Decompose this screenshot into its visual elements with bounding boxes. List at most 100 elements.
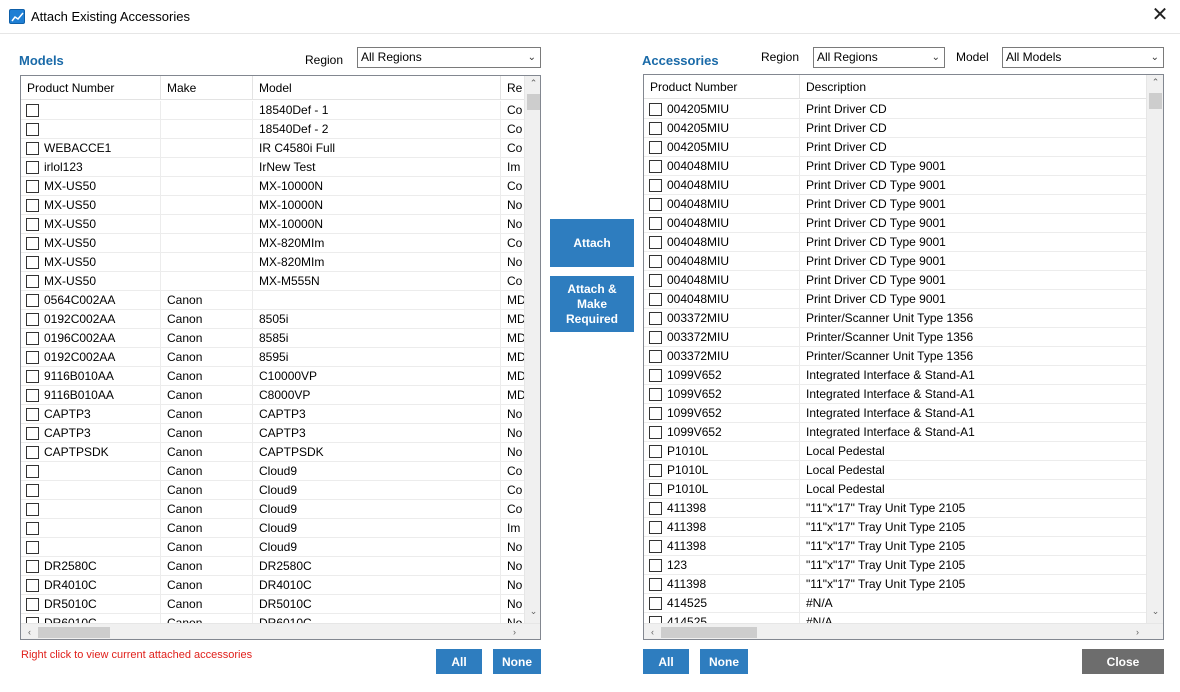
table-row[interactable]: 414525 #N/A bbox=[644, 594, 1147, 613]
row-checkbox[interactable] bbox=[26, 161, 39, 174]
scroll-thumb[interactable] bbox=[527, 94, 540, 110]
table-row[interactable]: Canon Cloud9 Co bbox=[21, 500, 524, 519]
close-icon[interactable]: ✕ bbox=[1148, 4, 1172, 28]
table-row[interactable]: 18540Def - 2 Co bbox=[21, 120, 524, 139]
table-row[interactable]: 18540Def - 1 Co bbox=[21, 101, 524, 120]
row-checkbox[interactable] bbox=[26, 294, 39, 307]
table-row[interactable]: 004205MIU Print Driver CD bbox=[644, 138, 1147, 157]
accessories-model-select[interactable]: All Models ⌄ bbox=[1002, 47, 1164, 68]
row-checkbox[interactable] bbox=[649, 255, 662, 268]
models-none-button[interactable]: None bbox=[493, 649, 541, 674]
row-checkbox[interactable] bbox=[649, 312, 662, 325]
row-checkbox[interactable] bbox=[649, 198, 662, 211]
models-vertical-scrollbar[interactable]: ⌃ ⌄ bbox=[524, 76, 540, 623]
scroll-right-icon[interactable]: › bbox=[506, 624, 523, 639]
table-row[interactable]: DR5010C Canon DR5010C No bbox=[21, 595, 524, 614]
row-checkbox[interactable] bbox=[26, 598, 39, 611]
table-row[interactable]: 004205MIU Print Driver CD bbox=[644, 119, 1147, 138]
models-horizontal-scrollbar[interactable]: ‹ › bbox=[21, 623, 540, 639]
row-checkbox[interactable] bbox=[26, 199, 39, 212]
row-checkbox[interactable] bbox=[26, 408, 39, 421]
table-row[interactable]: 411398 "11"x"17" Tray Unit Type 2105 bbox=[644, 575, 1147, 594]
row-checkbox[interactable] bbox=[649, 388, 662, 401]
scroll-left-icon[interactable]: ‹ bbox=[21, 624, 38, 639]
row-checkbox[interactable] bbox=[26, 522, 39, 535]
row-checkbox[interactable] bbox=[26, 579, 39, 592]
scroll-thumb[interactable] bbox=[1149, 93, 1162, 109]
row-checkbox[interactable] bbox=[649, 521, 662, 534]
table-row[interactable]: MX-US50 MX-10000N Co bbox=[21, 177, 524, 196]
table-row[interactable]: 0196C002AA Canon 8585i MD bbox=[21, 329, 524, 348]
row-checkbox[interactable] bbox=[649, 179, 662, 192]
table-row[interactable]: 0192C002AA Canon 8595i MD bbox=[21, 348, 524, 367]
row-checkbox[interactable] bbox=[26, 218, 39, 231]
row-checkbox[interactable] bbox=[649, 597, 662, 610]
models-region-select[interactable]: All Regions ⌄ bbox=[357, 47, 541, 68]
row-checkbox[interactable] bbox=[649, 350, 662, 363]
row-checkbox[interactable] bbox=[26, 389, 39, 402]
row-checkbox[interactable] bbox=[26, 427, 39, 440]
table-row[interactable]: 411398 "11"x"17" Tray Unit Type 2105 bbox=[644, 518, 1147, 537]
row-checkbox[interactable] bbox=[649, 103, 662, 116]
row-checkbox[interactable] bbox=[649, 407, 662, 420]
col-region[interactable]: Re bbox=[501, 76, 524, 100]
col-product-number[interactable]: Product Number bbox=[644, 75, 800, 99]
row-checkbox[interactable] bbox=[649, 502, 662, 515]
table-row[interactable]: 411398 "11"x"17" Tray Unit Type 2105 bbox=[644, 499, 1147, 518]
row-checkbox[interactable] bbox=[649, 578, 662, 591]
row-checkbox[interactable] bbox=[26, 313, 39, 326]
row-checkbox[interactable] bbox=[649, 331, 662, 344]
row-checkbox[interactable] bbox=[649, 559, 662, 572]
row-checkbox[interactable] bbox=[26, 503, 39, 516]
table-row[interactable]: 004048MIU Print Driver CD Type 9001 bbox=[644, 214, 1147, 233]
table-row[interactable]: 414525 #N/A bbox=[644, 613, 1147, 623]
table-row[interactable]: 004048MIU Print Driver CD Type 9001 bbox=[644, 176, 1147, 195]
attach-make-required-button[interactable]: Attach & Make Required bbox=[550, 276, 634, 332]
row-checkbox[interactable] bbox=[26, 541, 39, 554]
table-row[interactable]: 004205MIU Print Driver CD bbox=[644, 100, 1147, 119]
col-make[interactable]: Make bbox=[161, 76, 253, 100]
table-row[interactable]: MX-US50 MX-820MIm Co bbox=[21, 234, 524, 253]
row-checkbox[interactable] bbox=[649, 160, 662, 173]
scroll-thumb[interactable] bbox=[661, 627, 757, 638]
accessories-vertical-scrollbar[interactable]: ⌃ ⌄ bbox=[1146, 75, 1163, 623]
accessories-grid[interactable]: Product Number Description 004205MIU Prin… bbox=[643, 74, 1164, 640]
table-row[interactable]: 0564C002AA Canon MD bbox=[21, 291, 524, 310]
row-checkbox[interactable] bbox=[649, 122, 662, 135]
table-row[interactable]: Canon Cloud9 Co bbox=[21, 462, 524, 481]
table-row[interactable]: MX-US50 MX-M555N Co bbox=[21, 272, 524, 291]
scroll-down-icon[interactable]: ⌄ bbox=[1147, 606, 1163, 617]
table-row[interactable]: Canon Cloud9 Im bbox=[21, 519, 524, 538]
row-checkbox[interactable] bbox=[649, 483, 662, 496]
table-row[interactable]: irlol123 IrNew Test Im bbox=[21, 158, 524, 177]
table-row[interactable]: 003372MIU Printer/Scanner Unit Type 1356 bbox=[644, 347, 1147, 366]
row-checkbox[interactable] bbox=[649, 217, 662, 230]
table-row[interactable]: 1099V652 Integrated Interface & Stand-A1 bbox=[644, 366, 1147, 385]
row-checkbox[interactable] bbox=[649, 616, 662, 623]
accessories-region-select[interactable]: All Regions ⌄ bbox=[813, 47, 945, 68]
row-checkbox[interactable] bbox=[26, 256, 39, 269]
table-row[interactable]: 1099V652 Integrated Interface & Stand-A1 bbox=[644, 404, 1147, 423]
table-row[interactable]: P1010L Local Pedestal bbox=[644, 461, 1147, 480]
table-row[interactable]: 003372MIU Printer/Scanner Unit Type 1356 bbox=[644, 328, 1147, 347]
table-row[interactable]: 1099V652 Integrated Interface & Stand-A1 bbox=[644, 385, 1147, 404]
table-row[interactable]: MX-US50 MX-10000N No bbox=[21, 196, 524, 215]
table-row[interactable]: CAPTP3 Canon CAPTP3 No bbox=[21, 405, 524, 424]
table-row[interactable]: 004048MIU Print Driver CD Type 9001 bbox=[644, 252, 1147, 271]
table-row[interactable]: P1010L Local Pedestal bbox=[644, 480, 1147, 499]
table-row[interactable]: 123 "11"x"17" Tray Unit Type 2105 bbox=[644, 556, 1147, 575]
scroll-up-icon[interactable]: ⌃ bbox=[1147, 77, 1163, 88]
row-checkbox[interactable] bbox=[649, 141, 662, 154]
table-row[interactable]: 004048MIU Print Driver CD Type 9001 bbox=[644, 157, 1147, 176]
table-row[interactable]: 004048MIU Print Driver CD Type 9001 bbox=[644, 290, 1147, 309]
row-checkbox[interactable] bbox=[26, 560, 39, 573]
table-row[interactable]: 9116B010AA Canon C8000VP MD bbox=[21, 386, 524, 405]
scroll-up-icon[interactable]: ⌃ bbox=[525, 78, 540, 89]
row-checkbox[interactable] bbox=[26, 370, 39, 383]
table-row[interactable]: 003372MIU Printer/Scanner Unit Type 1356 bbox=[644, 309, 1147, 328]
table-row[interactable]: 411398 "11"x"17" Tray Unit Type 2105 bbox=[644, 537, 1147, 556]
table-row[interactable]: 9116B010AA Canon C10000VP MD bbox=[21, 367, 524, 386]
attach-button[interactable]: Attach bbox=[550, 219, 634, 267]
row-checkbox[interactable] bbox=[26, 465, 39, 478]
accessories-all-button[interactable]: All bbox=[643, 649, 689, 674]
